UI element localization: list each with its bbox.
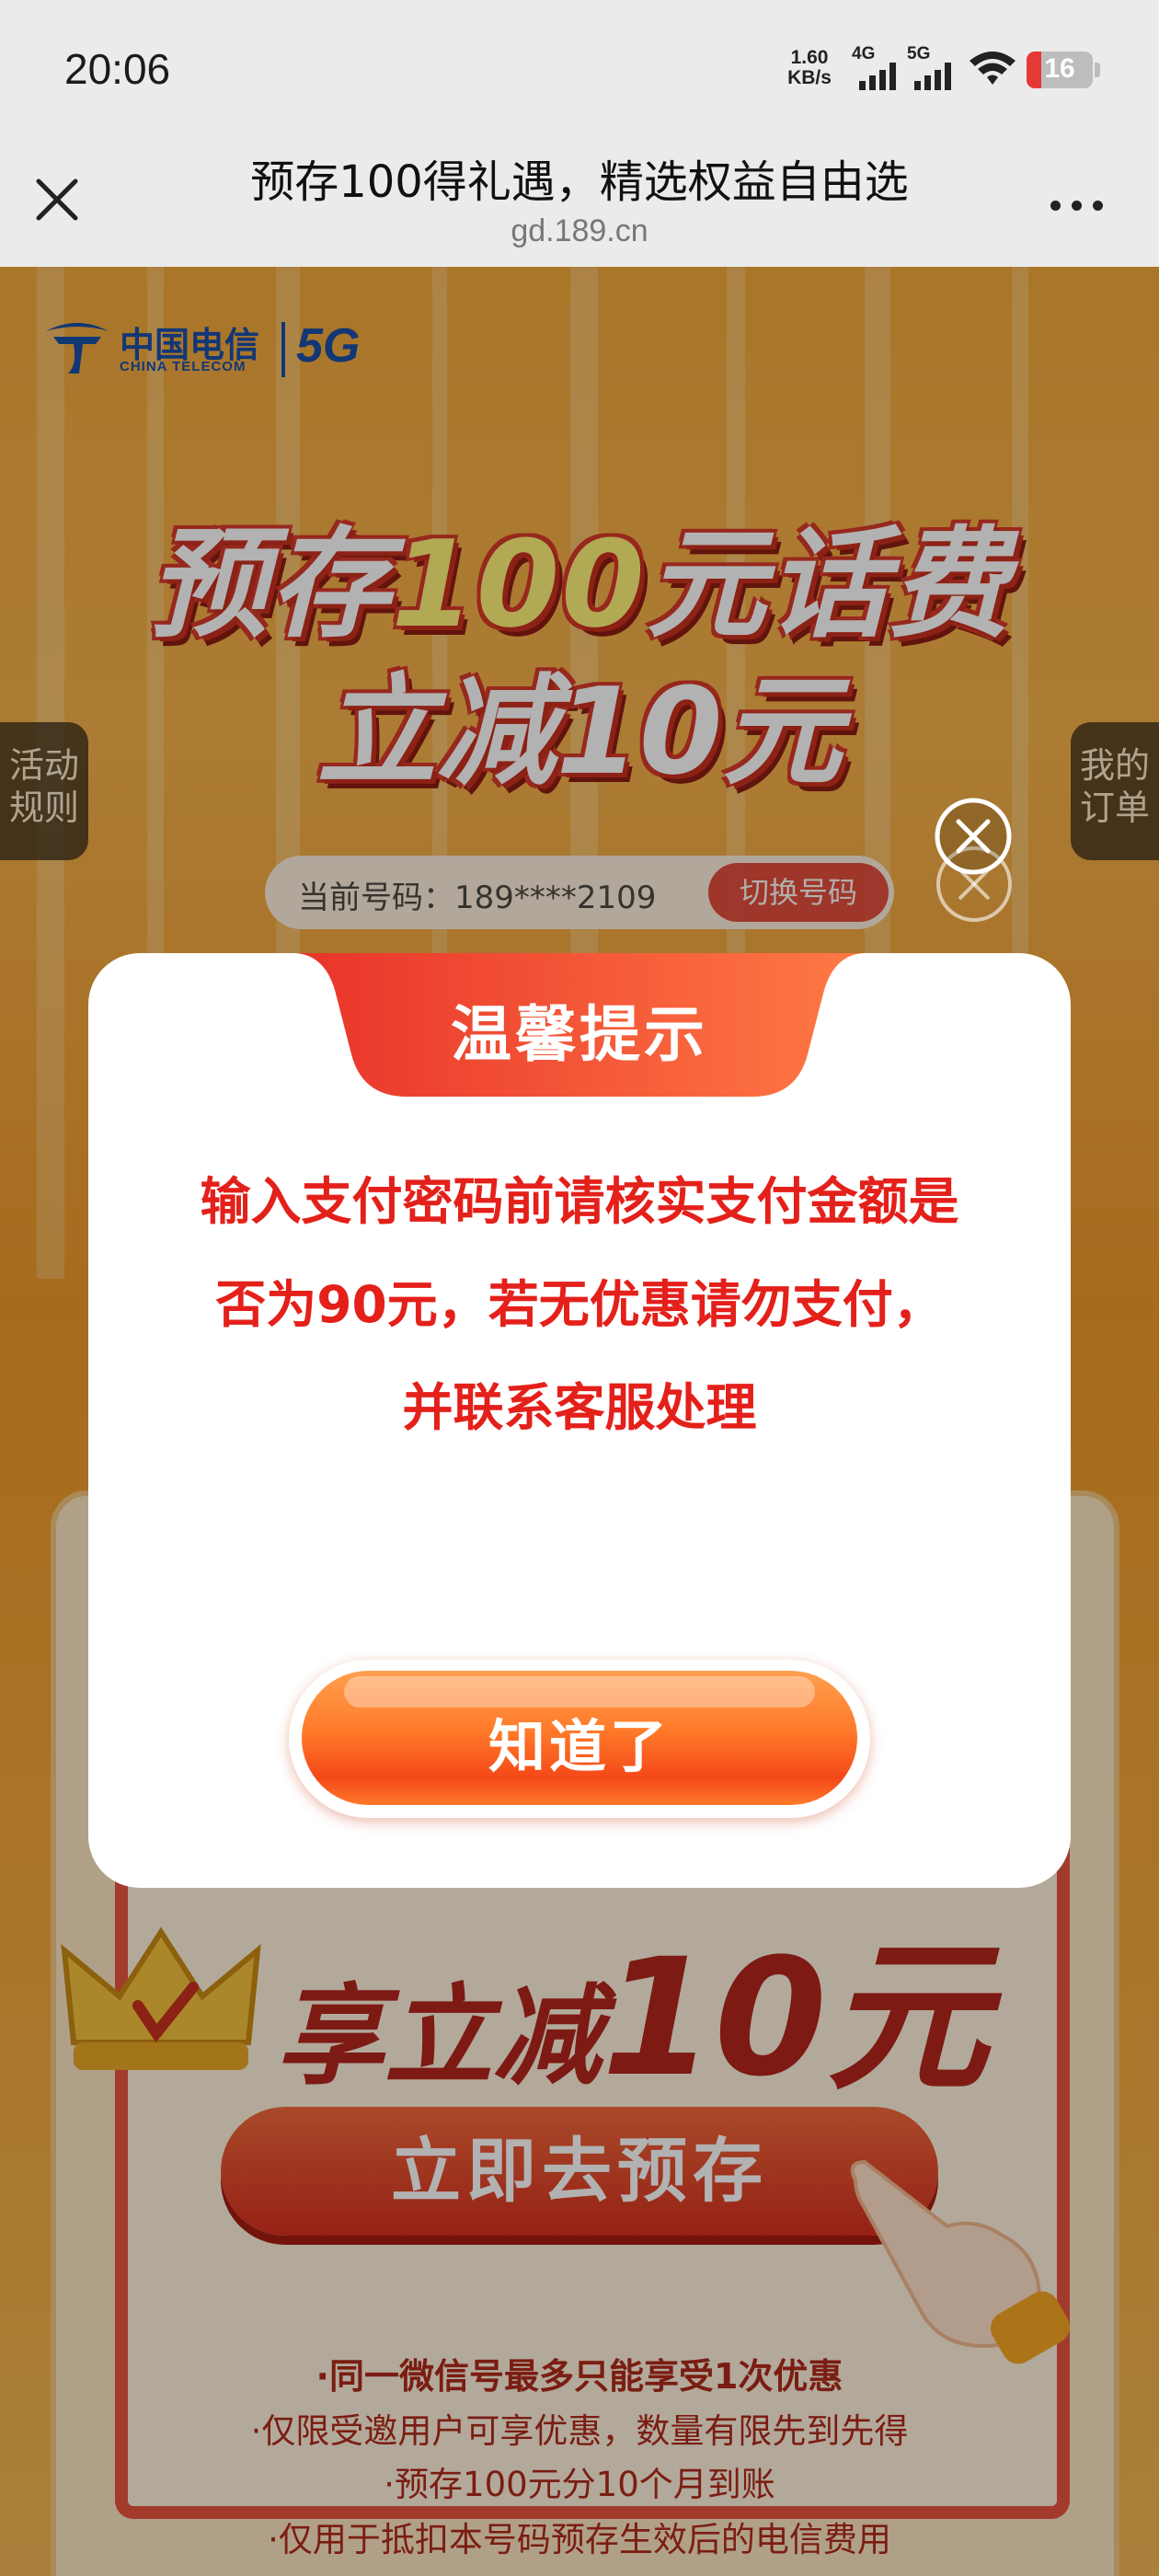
page-url: gd.189.cn bbox=[511, 213, 648, 248]
close-icon[interactable] bbox=[28, 170, 86, 229]
signal-5g-icon: 5G bbox=[907, 44, 962, 92]
battery-icon: 16 bbox=[1027, 52, 1093, 88]
dialog-title: 温馨提示 bbox=[451, 999, 708, 1070]
modal-close-icon[interactable] bbox=[934, 797, 1013, 876]
wifi-icon bbox=[970, 52, 1016, 85]
more-options-icon[interactable] bbox=[1045, 191, 1109, 219]
got-it-button[interactable]: 知道了 bbox=[289, 1660, 870, 1818]
status-time: 20:06 bbox=[64, 45, 171, 93]
warm-tip-dialog: 温馨提示 输入支付密码前请核实支付金额是 否为90元，若无优惠请勿支付， 并联系… bbox=[88, 953, 1071, 1888]
page-title: 预存100得礼遇，精选权益自由选 bbox=[250, 156, 909, 208]
browser-title-bar: 预存100得礼遇，精选权益自由选 gd.189.cn bbox=[0, 138, 1159, 267]
signal-4g-icon: 4G bbox=[852, 44, 907, 92]
network-speed: 1.60 KB/s bbox=[787, 47, 832, 88]
dialog-message: 输入支付密码前请核实支付金额是 否为90元，若无优惠请勿支付， 并联系客服处理 bbox=[200, 1172, 959, 1437]
status-bar: 20:06 1.60 KB/s 4G 5G 16 bbox=[0, 0, 1159, 138]
